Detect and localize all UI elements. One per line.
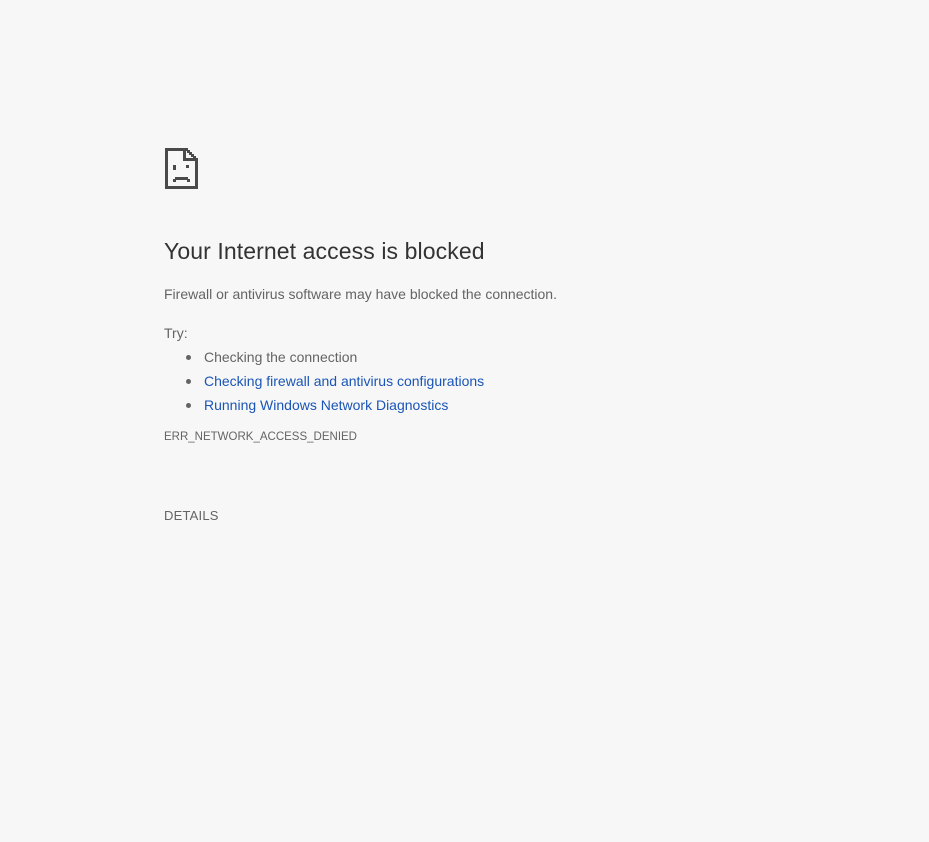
suggestions-list: Checking the connection Checking firewal… [164,347,864,419]
page-title: Your Internet access is blocked [164,238,485,264]
error-page: Your Internet access is blocked Firewall… [0,0,929,842]
error-content: Your Internet access is blocked Firewall… [164,147,864,525]
bullet-icon [186,379,191,384]
details-button[interactable]: DETAILS [164,507,219,525]
suggestion-item-firewall: Checking firewall and antivirus configur… [186,371,864,395]
bullet-icon [186,403,191,408]
error-code: ERR_NETWORK_ACCESS_DENIED [164,431,357,443]
try-label: Try: [164,325,188,341]
firewall-config-link[interactable]: Checking firewall and antivirus configur… [204,373,484,389]
network-diagnostics-link[interactable]: Running Windows Network Diagnostics [204,397,448,413]
error-description: Firewall or antivirus software may have … [164,286,557,302]
suggestion-text: Checking the connection [204,349,358,365]
suggestion-item-diagnostics: Running Windows Network Diagnostics [186,395,864,419]
suggestion-item-check-connection: Checking the connection [186,347,864,371]
bullet-icon [186,355,191,360]
sad-document-icon [164,147,200,191]
